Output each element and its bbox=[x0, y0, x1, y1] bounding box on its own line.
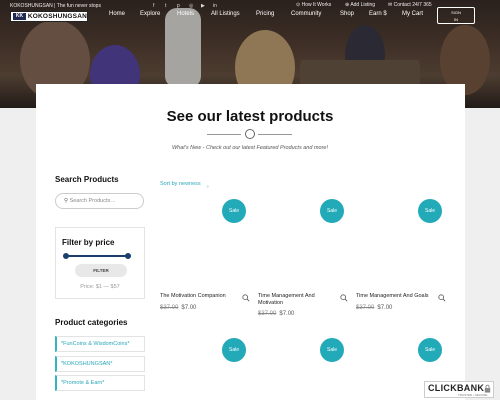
product-old-price: $37.00 bbox=[258, 311, 277, 317]
clickbank-title: CLICKBANK bbox=[428, 383, 485, 393]
sale-badge: Sale bbox=[222, 199, 246, 223]
nav-shop[interactable]: Shop bbox=[340, 11, 354, 17]
contact-link[interactable]: ✉ Contact 24/7 365 bbox=[388, 2, 432, 8]
facebook-icon[interactable]: f bbox=[153, 3, 154, 9]
logo-text: KOKOSHUNGSAN bbox=[27, 13, 87, 20]
logo-mark: KK bbox=[13, 13, 26, 20]
product-title[interactable]: Time Management And Motivation bbox=[258, 293, 326, 307]
search-heading: Search Products bbox=[55, 175, 119, 184]
product-price: $37.00 $7.00 bbox=[356, 305, 392, 311]
clickbank-subtitle: TRUSTED • SECURE bbox=[458, 393, 488, 397]
lock-icon bbox=[484, 384, 491, 393]
product-old-price: $37.00 bbox=[160, 305, 179, 311]
nav-pricing[interactable]: Pricing bbox=[256, 11, 274, 17]
product-title[interactable]: The Motivation Companion bbox=[160, 293, 228, 300]
price-range-text: Price: $1 — $57 bbox=[80, 284, 120, 290]
sale-badge: Sale bbox=[418, 199, 442, 223]
zoom-icon[interactable] bbox=[340, 294, 348, 302]
sort-select[interactable]: Sort by newness › bbox=[160, 181, 209, 190]
page-title: See our latest products bbox=[166, 108, 334, 125]
contact-label: Contact 24/7 365 bbox=[393, 2, 432, 8]
site-logo[interactable]: KK KOKOSHUNGSAN bbox=[10, 11, 88, 22]
zoom-icon[interactable] bbox=[438, 294, 446, 302]
price-slider[interactable] bbox=[63, 253, 131, 259]
price-slider-min-handle[interactable] bbox=[63, 253, 69, 259]
instagram-icon[interactable]: ◎ bbox=[189, 3, 193, 9]
divider-right bbox=[258, 134, 292, 135]
product-sale-price: $7.00 bbox=[181, 305, 197, 311]
nav-explore[interactable]: Explore bbox=[140, 11, 160, 17]
nav-community[interactable]: Community bbox=[291, 11, 321, 17]
clickbank-badge[interactable]: CLICKBANK TRUSTED • SECURE bbox=[424, 381, 494, 398]
chevron-down-icon: › bbox=[207, 184, 209, 190]
add-listing-link[interactable]: ⊕ Add Listing bbox=[345, 2, 375, 8]
site-tagline: KOKOSHUNGSAN | The fun never stops bbox=[10, 3, 101, 9]
how-it-works-link[interactable]: ⊙ How It Works bbox=[296, 2, 331, 8]
sale-badge: Sale bbox=[320, 199, 344, 223]
product-sale-price: $7.00 bbox=[377, 305, 393, 311]
product-old-price: $37.00 bbox=[356, 305, 375, 311]
pinterest-icon[interactable]: p bbox=[177, 3, 180, 9]
filter-button[interactable]: FILTER bbox=[75, 264, 127, 277]
top-bar: KOKOSHUNGSAN | The fun never stops f t p… bbox=[0, 0, 500, 10]
nav-hotels[interactable]: Hotels bbox=[177, 11, 194, 17]
sale-badge: Sale bbox=[222, 338, 246, 362]
categories-heading: Product categories bbox=[55, 318, 128, 327]
linkedin-icon[interactable]: in bbox=[213, 3, 217, 9]
category-item[interactable]: *FunCoins & WisdomCoins* bbox=[55, 336, 145, 352]
search-icon: ⚲ bbox=[64, 198, 69, 204]
page-subtitle: What's New - Check out our latest Featur… bbox=[171, 145, 329, 151]
product-price: $37.00 $7.00 bbox=[160, 305, 196, 311]
divider-circle-icon bbox=[245, 129, 255, 139]
filter-heading: Filter by price bbox=[62, 238, 115, 247]
nav-my-cart[interactable]: My Cart bbox=[402, 11, 423, 17]
sale-badge: Sale bbox=[320, 338, 344, 362]
how-it-works-label: How It Works bbox=[301, 2, 332, 8]
add-listing-label: Add Listing bbox=[350, 2, 376, 8]
category-item[interactable]: *Promote & Earn* bbox=[55, 375, 145, 391]
divider-left bbox=[207, 134, 241, 135]
zoom-icon[interactable] bbox=[242, 294, 250, 302]
price-slider-max-handle[interactable] bbox=[125, 253, 131, 259]
product-price: $37.00 $7.00 bbox=[258, 311, 294, 317]
sort-label: Sort by newness bbox=[160, 181, 201, 187]
sign-in-button[interactable]: SIGN IN bbox=[437, 7, 475, 24]
search-input[interactable]: ⚲ Search Products… bbox=[55, 193, 144, 209]
price-filter-widget: Filter by price FILTER Price: $1 — $57 bbox=[55, 227, 145, 299]
nav-all-listings[interactable]: All Listings bbox=[211, 11, 240, 17]
nav-earn[interactable]: Earn $ bbox=[369, 11, 387, 17]
twitter-icon[interactable]: t bbox=[165, 3, 166, 9]
search-placeholder: Search Products… bbox=[69, 198, 116, 204]
product-title[interactable]: Time Management And Goals bbox=[356, 293, 436, 300]
youtube-icon[interactable]: ▶ bbox=[201, 3, 205, 9]
sign-in-line1: SIGN bbox=[451, 10, 461, 15]
sale-badge: Sale bbox=[418, 338, 442, 362]
sign-in-line2: IN bbox=[454, 17, 458, 22]
product-sale-price: $7.00 bbox=[279, 311, 295, 317]
category-item[interactable]: *KOKOSHUNGSAN* bbox=[55, 356, 145, 372]
nav-home[interactable]: Home bbox=[109, 11, 125, 17]
